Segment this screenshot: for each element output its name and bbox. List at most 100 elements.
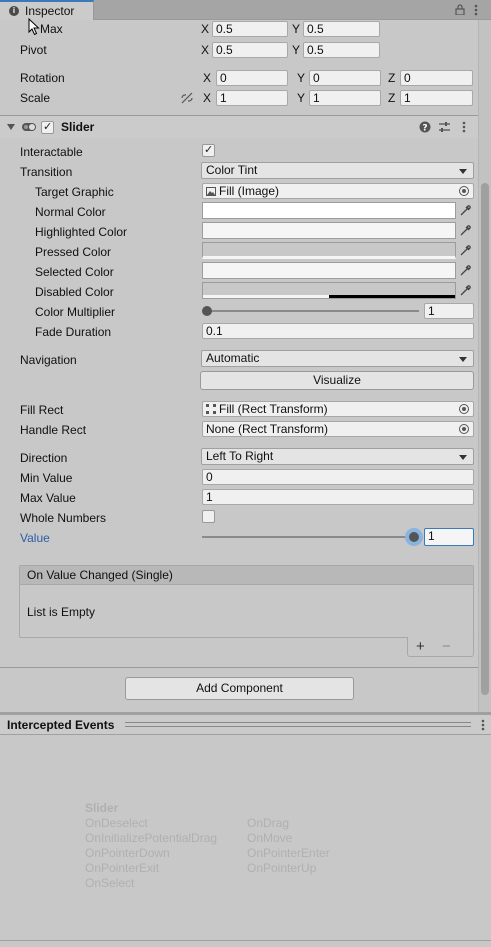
target-graphic-field[interactable]: Fill (Image)	[202, 183, 474, 199]
transition-label: Transition	[20, 165, 73, 179]
highlighted-color-swatch[interactable]	[202, 222, 456, 239]
event-item: OnPointerEnter	[247, 846, 330, 860]
max-label: Max	[40, 22, 63, 36]
interactable-checkbox[interactable]: ✓	[202, 144, 215, 157]
direction-value: Left To Right	[206, 449, 274, 463]
unlink-icon[interactable]	[180, 92, 194, 104]
eyedropper-icon[interactable]	[456, 222, 474, 239]
rotation-label: Rotation	[20, 71, 65, 85]
min-value-label: Min Value	[20, 471, 73, 485]
fill-rect-label: Fill Rect	[20, 403, 64, 417]
alpha-bar-black	[329, 295, 455, 298]
component-menu-icon[interactable]	[462, 121, 466, 133]
scrollbar-thumb[interactable]	[481, 183, 489, 695]
value-slider-track[interactable]	[202, 536, 414, 538]
handle-rect-field[interactable]: None (Rect Transform)	[202, 421, 474, 437]
header-rule-bottom	[125, 726, 471, 727]
chevron-down-icon	[459, 357, 467, 362]
selected-color-swatch[interactable]	[202, 262, 456, 279]
visualize-button[interactable]: Visualize	[200, 371, 474, 390]
pivot-x-field[interactable]: 0.5	[212, 42, 288, 58]
rotation-y-axis-label: Y	[297, 71, 306, 85]
disabled-color-label: Disabled Color	[35, 285, 114, 299]
highlighted-color-label: Highlighted Color	[35, 225, 128, 239]
eyedropper-icon[interactable]	[456, 202, 474, 219]
rotation-y-field[interactable]: 0	[309, 70, 381, 86]
transition-value: Color Tint	[206, 163, 258, 177]
event-header: On Value Changed (Single)	[20, 566, 473, 585]
more-vertical-icon[interactable]	[474, 4, 478, 16]
pivot-x-axis-label: X	[201, 43, 210, 57]
fill-rect-value: Fill (Rect Transform)	[219, 402, 328, 416]
header-rule-top	[125, 722, 471, 724]
direction-label: Direction	[20, 451, 68, 465]
max-y-axis-label: Y	[292, 22, 301, 36]
chevron-down-icon	[459, 455, 467, 460]
pivot-label: Pivot	[20, 43, 47, 57]
value-label: Value	[20, 531, 50, 545]
event-item: OnInitializePotentialDrag	[85, 831, 218, 845]
add-icon[interactable]: +	[416, 638, 425, 655]
alpha-bar-white	[203, 295, 329, 298]
bottom-border	[0, 940, 491, 941]
fade-duration-field[interactable]: 0.1	[202, 323, 474, 339]
scale-x-field[interactable]: 1	[216, 90, 288, 106]
lock-icon[interactable]	[455, 4, 465, 15]
help-icon[interactable]: ?	[419, 121, 431, 133]
eyedropper-icon[interactable]	[456, 262, 474, 279]
direction-dropdown[interactable]: Left To Right	[201, 448, 474, 465]
whole-numbers-checkbox[interactable]	[202, 510, 215, 523]
checkmark-icon: ✓	[43, 121, 53, 133]
foldout-arrow-icon[interactable]	[7, 123, 15, 131]
object-picker-icon[interactable]	[459, 186, 469, 196]
tab-inspector[interactable]: i Inspector	[0, 0, 94, 20]
eyedropper-icon[interactable]	[456, 282, 474, 299]
pressed-color-swatch[interactable]	[202, 242, 456, 259]
scale-label: Scale	[20, 91, 51, 105]
max-x-field[interactable]: 0.5	[212, 21, 288, 37]
image-icon	[206, 187, 216, 196]
fill-rect-field[interactable]: Fill (Rect Transform)	[202, 401, 474, 417]
pivot-y-field[interactable]: 0.5	[303, 42, 380, 58]
event-item: OnSelect	[85, 876, 135, 890]
color-multiplier-track[interactable]	[207, 310, 419, 312]
object-picker-icon[interactable]	[459, 424, 469, 434]
fade-duration-label: Fade Duration	[35, 325, 112, 339]
slider-enabled-checkbox[interactable]: ✓	[41, 121, 54, 134]
handle-rect-value: None (Rect Transform)	[206, 422, 329, 436]
navigation-dropdown[interactable]: Automatic	[201, 350, 474, 367]
more-vertical-icon[interactable]	[481, 719, 485, 731]
whole-numbers-label: Whole Numbers	[20, 511, 107, 525]
tab-inspector-label: Inspector	[25, 4, 75, 18]
rotation-x-field[interactable]: 0	[216, 70, 288, 86]
event-item: OnPointerUp	[247, 861, 317, 875]
value-slider-handle[interactable]	[409, 532, 419, 542]
normal-color-swatch[interactable]	[202, 202, 456, 219]
handle-rect-label: Handle Rect	[20, 423, 87, 437]
min-value-field[interactable]: 0	[202, 469, 474, 485]
pressed-color-label: Pressed Color	[35, 245, 112, 259]
object-picker-icon[interactable]	[459, 404, 469, 414]
chevron-down-icon	[459, 169, 467, 174]
remove-icon[interactable]: −	[442, 638, 451, 655]
on-value-changed-event: On Value Changed (Single) List is Empty	[19, 565, 474, 638]
mouse-cursor-icon	[28, 18, 40, 36]
max-y-field[interactable]: 0.5	[303, 21, 380, 37]
scale-z-field[interactable]: 1	[400, 90, 473, 106]
add-component-button[interactable]: Add Component	[125, 677, 354, 700]
max-x-axis-label: X	[201, 22, 210, 36]
value-field[interactable]: 1	[424, 528, 474, 546]
event-item: OnMove	[247, 831, 293, 845]
pivot-y-axis-label: Y	[292, 43, 301, 57]
target-graphic-label: Target Graphic	[35, 185, 114, 199]
max-value-field[interactable]: 1	[202, 489, 474, 505]
presets-icon[interactable]	[438, 121, 451, 133]
transition-dropdown[interactable]: Color Tint	[201, 162, 474, 179]
section-divider	[0, 667, 478, 668]
color-multiplier-handle[interactable]	[202, 306, 212, 316]
scale-y-field[interactable]: 1	[309, 90, 381, 106]
rotation-z-field[interactable]: 0	[400, 70, 473, 86]
eyedropper-icon[interactable]	[456, 242, 474, 259]
color-multiplier-field[interactable]: 1	[424, 303, 474, 319]
disabled-color-swatch[interactable]	[202, 282, 456, 299]
